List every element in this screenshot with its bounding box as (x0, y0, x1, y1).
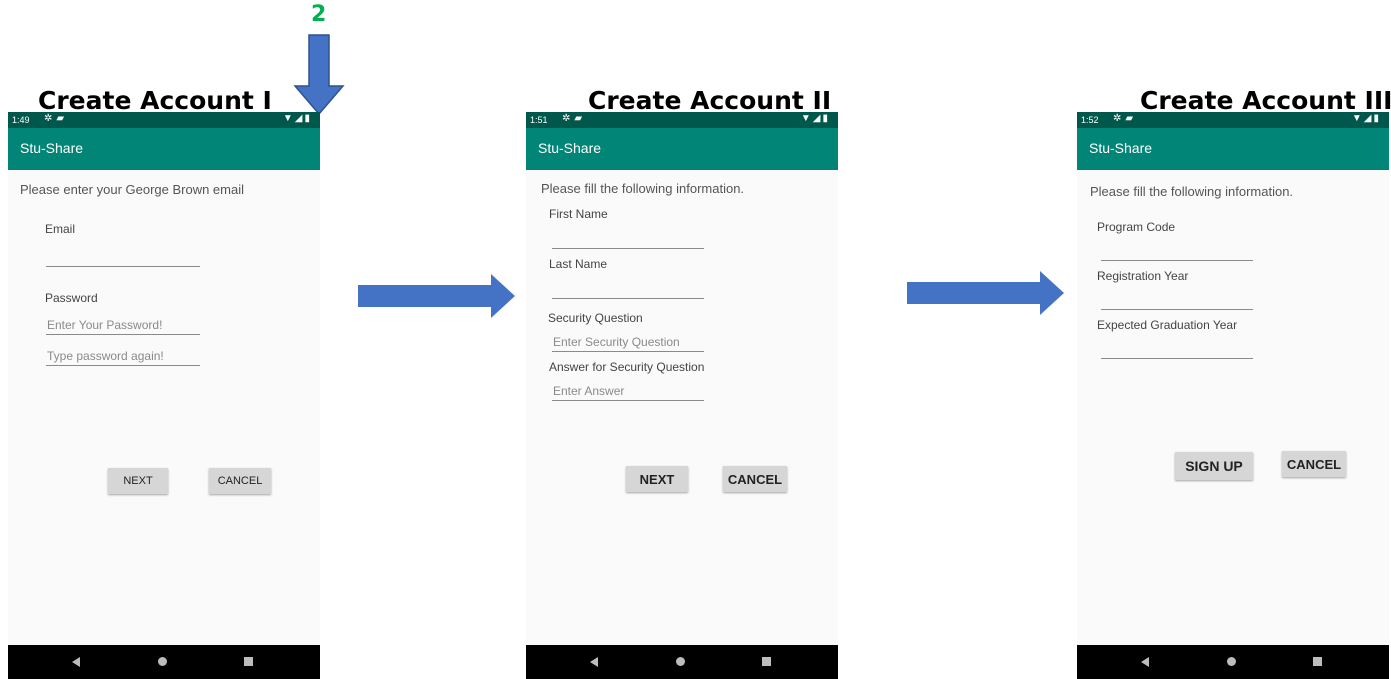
app-title: Stu-Share (1089, 140, 1153, 156)
nav-bar (8, 645, 320, 679)
password-label: Password (45, 291, 98, 305)
program-code-input[interactable] (1101, 244, 1254, 258)
next-button[interactable]: NEXT (108, 468, 168, 494)
wifi-icon: ▼ (1351, 113, 1364, 124)
phone-screen-3: 1:52 ✲▰ ▼◢▮ Stu-Share Please fill the fo… (1077, 112, 1389, 679)
home-icon[interactable] (158, 657, 167, 666)
instruction-text: Please fill the following information. (1090, 184, 1294, 199)
nav-bar (1077, 645, 1389, 679)
status-time: 1:51 (530, 115, 548, 125)
sd-card-icon: ▰ (1125, 113, 1138, 124)
first-name-input[interactable] (552, 232, 705, 246)
status-bar: 1:52 ✲▰ ▼◢▮ (1077, 112, 1389, 128)
recents-icon[interactable] (762, 657, 771, 666)
cancel-button[interactable]: CANCEL (723, 466, 787, 492)
security-question-input[interactable] (552, 335, 705, 349)
form-content: Please enter your George Brown email Ema… (8, 170, 320, 645)
program-code-label: Program Code (1097, 220, 1176, 234)
battery-icon: ▮ (304, 113, 312, 124)
status-icons-left: ✲▰ (44, 113, 68, 124)
annotation-number: 2 (311, 2, 327, 27)
app-title: Stu-Share (20, 140, 84, 156)
nav-bar (526, 645, 838, 679)
back-icon[interactable] (590, 657, 598, 667)
instruction-text: Please fill the following information. (541, 181, 745, 196)
flow-arrow-icon (907, 271, 1064, 315)
answer-input[interactable] (552, 384, 705, 398)
program-code-field[interactable] (1101, 242, 1254, 261)
registration-year-field[interactable] (1101, 291, 1254, 310)
first-name-label: First Name (549, 207, 608, 221)
recents-icon[interactable] (1313, 657, 1322, 666)
status-bar: 1:51 ✲▰ ▼◢▮ (526, 112, 838, 128)
settings-icon: ✲ (1113, 113, 1126, 124)
graduation-year-input[interactable] (1101, 342, 1254, 356)
recents-icon[interactable] (244, 657, 253, 666)
last-name-label: Last Name (549, 257, 608, 271)
sd-card-icon: ▰ (56, 113, 69, 124)
confirm-password-input[interactable] (46, 349, 201, 363)
registration-year-label: Registration Year (1097, 269, 1189, 283)
back-icon[interactable] (72, 657, 80, 667)
app-bar: Stu-Share (8, 128, 320, 170)
back-icon[interactable] (1141, 657, 1149, 667)
status-time: 1:49 (12, 115, 30, 125)
settings-icon: ✲ (562, 113, 575, 124)
security-question-field[interactable] (552, 333, 705, 352)
wifi-icon: ▼ (800, 113, 813, 124)
answer-field[interactable] (552, 382, 705, 401)
registration-year-input[interactable] (1101, 293, 1254, 307)
graduation-year-label: Expected Graduation Year (1097, 318, 1238, 332)
status-icons-left: ✲▰ (1113, 113, 1137, 124)
cancel-button[interactable]: CANCEL (1282, 451, 1346, 477)
password-input[interactable] (46, 318, 201, 332)
status-time: 1:52 (1081, 115, 1099, 125)
app-bar: Stu-Share (526, 128, 838, 170)
sd-card-icon: ▰ (574, 113, 587, 124)
password-field[interactable] (46, 316, 201, 335)
next-button[interactable]: NEXT (626, 466, 688, 492)
wifi-icon: ▼ (282, 113, 295, 124)
answer-label: Answer for Security Question (549, 360, 705, 374)
screen-heading: Create Account I (38, 86, 272, 115)
status-icons-left: ✲▰ (562, 113, 586, 124)
confirm-password-field[interactable] (46, 347, 201, 366)
app-title: Stu-Share (538, 140, 602, 156)
status-icons-right: ▼◢▮ (801, 113, 830, 124)
status-icons-right: ▼◢▮ (1352, 113, 1381, 124)
phone-screen-2: 1:51 ✲▰ ▼◢▮ Stu-Share Please fill the fo… (526, 112, 838, 679)
form-content: Please fill the following information. F… (526, 170, 838, 645)
graduation-year-field[interactable] (1101, 340, 1254, 359)
instruction-text: Please enter your George Brown email (20, 182, 245, 197)
battery-icon: ▮ (1373, 113, 1381, 124)
email-input[interactable] (46, 250, 201, 264)
settings-icon: ✲ (44, 113, 57, 124)
first-name-field[interactable] (552, 230, 705, 249)
phone-screen-1: 1:49 ✲▰ ▼◢▮ Stu-Share Please enter your … (8, 112, 320, 679)
signup-button[interactable]: SIGN UP (1175, 452, 1253, 480)
cancel-button[interactable]: CANCEL (209, 468, 271, 494)
home-icon[interactable] (1227, 657, 1236, 666)
email-label: Email (45, 222, 76, 236)
screen-heading: Create Account III (1140, 86, 1391, 115)
last-name-input[interactable] (552, 282, 705, 296)
security-question-label: Security Question (548, 311, 643, 325)
status-icons-right: ▼◢▮ (283, 113, 312, 124)
status-bar: 1:49 ✲▰ ▼◢▮ (8, 112, 320, 128)
battery-icon: ▮ (822, 113, 830, 124)
screen-heading: Create Account II (588, 86, 832, 115)
flow-arrow-icon (358, 274, 515, 318)
email-field[interactable] (46, 248, 201, 267)
home-icon[interactable] (676, 657, 685, 666)
form-content: Please fill the following information. P… (1077, 170, 1389, 645)
app-bar: Stu-Share (1077, 128, 1389, 170)
down-arrow-icon (293, 34, 345, 116)
last-name-field[interactable] (552, 280, 705, 299)
